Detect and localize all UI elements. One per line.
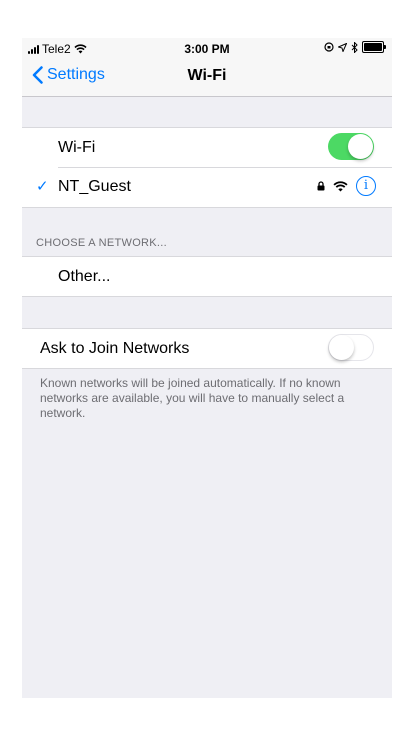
connected-network-inner: ✓ NT_Guest i bbox=[22, 168, 392, 207]
checkmark-icon: ✓ bbox=[36, 178, 49, 195]
location-lock-icon bbox=[324, 42, 334, 52]
battery-icon bbox=[362, 41, 386, 53]
status-bar: Tele2 3:00 PM bbox=[22, 38, 392, 58]
info-icon[interactable]: i bbox=[356, 176, 376, 196]
lock-icon bbox=[317, 181, 325, 191]
choose-network-header: CHOOSE A NETWORK... bbox=[36, 237, 167, 249]
wifi-settings-screen: Tele2 3:00 PM Settings Wi-Fi Wi-Fi ✓ NT_… bbox=[22, 38, 392, 698]
wifi-toggle-row: Wi-Fi bbox=[22, 128, 392, 167]
ask-to-join-row: Ask to Join Networks bbox=[22, 329, 392, 368]
bluetooth-icon bbox=[351, 41, 358, 53]
wifi-label: Wi-Fi bbox=[58, 138, 96, 156]
network-status-icons: i bbox=[317, 176, 376, 196]
toggle-knob bbox=[329, 335, 354, 360]
ask-to-join-toggle[interactable] bbox=[328, 334, 374, 361]
page-title: Wi-Fi bbox=[187, 67, 227, 84]
location-arrow-icon bbox=[338, 42, 347, 52]
other-network-row[interactable]: Other... bbox=[22, 257, 392, 296]
ask-to-join-group: Ask to Join Networks bbox=[22, 328, 392, 369]
wifi-toggle[interactable] bbox=[328, 133, 374, 160]
status-right-icons bbox=[324, 41, 386, 53]
network-name: NT_Guest bbox=[58, 178, 131, 195]
other-network-label: Other... bbox=[58, 267, 111, 285]
ask-to-join-label: Ask to Join Networks bbox=[40, 339, 190, 357]
ask-to-join-footer: Known networks will be joined automatica… bbox=[40, 376, 345, 420]
navigation-bar: Settings Wi-Fi bbox=[22, 58, 392, 97]
wifi-signal-icon bbox=[333, 180, 348, 191]
other-network-group: Other... bbox=[22, 256, 392, 297]
connected-network-row[interactable]: ✓ NT_Guest i bbox=[36, 167, 392, 207]
toggle-knob bbox=[348, 134, 373, 159]
wifi-group: Wi-Fi ✓ NT_Guest i bbox=[22, 127, 392, 208]
